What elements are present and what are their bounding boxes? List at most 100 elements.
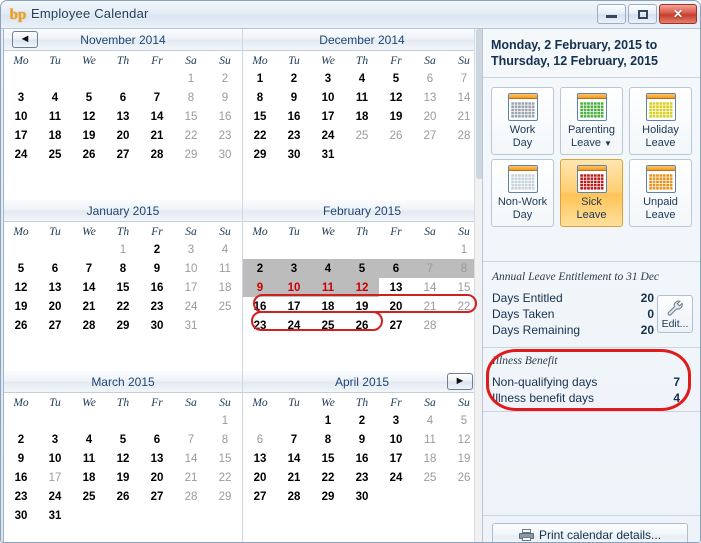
day-cell[interactable]: 30 bbox=[345, 487, 379, 506]
day-cell[interactable]: 19 bbox=[4, 297, 38, 316]
day-cell[interactable]: 24 bbox=[379, 468, 413, 487]
day-cell[interactable]: 15 bbox=[243, 107, 277, 126]
day-cell[interactable]: 7 bbox=[174, 430, 208, 449]
day-cell[interactable]: 23 bbox=[277, 126, 311, 145]
leave-button-unpaid-leave[interactable]: Unpaid Leave bbox=[629, 159, 692, 227]
day-cell[interactable]: 16 bbox=[345, 449, 379, 468]
day-cell[interactable]: 28 bbox=[174, 487, 208, 506]
day-cell[interactable]: 25 bbox=[413, 468, 447, 487]
day-cell[interactable]: 26 bbox=[106, 487, 140, 506]
day-cell[interactable]: 12 bbox=[72, 107, 106, 126]
day-cell[interactable]: 20 bbox=[243, 468, 277, 487]
day-cell[interactable]: 4 bbox=[311, 259, 345, 278]
day-cell[interactable]: 25 bbox=[345, 126, 379, 145]
day-cell[interactable]: 1 bbox=[208, 411, 242, 430]
day-cell[interactable]: 9 bbox=[208, 88, 242, 107]
day-cell[interactable]: 27 bbox=[38, 316, 72, 335]
day-cell[interactable]: 22 bbox=[311, 468, 345, 487]
day-cell[interactable]: 10 bbox=[311, 88, 345, 107]
day-cell[interactable]: 23 bbox=[4, 487, 38, 506]
day-cell[interactable]: 19 bbox=[72, 126, 106, 145]
day-cell[interactable]: 29 bbox=[106, 316, 140, 335]
day-cell[interactable]: 16 bbox=[208, 107, 242, 126]
day-cell[interactable]: 11 bbox=[413, 430, 447, 449]
day-cell[interactable]: 18 bbox=[413, 449, 447, 468]
next-month-button[interactable]: ► bbox=[447, 373, 473, 390]
day-cell[interactable]: 7 bbox=[277, 430, 311, 449]
day-cell[interactable]: 3 bbox=[277, 259, 311, 278]
day-cell[interactable]: 2 bbox=[208, 69, 242, 88]
day-cell[interactable]: 14 bbox=[72, 278, 106, 297]
day-cell[interactable]: 8 bbox=[243, 88, 277, 107]
day-cell[interactable]: 5 bbox=[72, 88, 106, 107]
day-cell[interactable]: 20 bbox=[106, 126, 140, 145]
day-cell[interactable]: 3 bbox=[311, 69, 345, 88]
day-cell[interactable]: 29 bbox=[174, 145, 208, 164]
day-cell[interactable]: 25 bbox=[72, 487, 106, 506]
day-cell[interactable]: 16 bbox=[277, 107, 311, 126]
day-cell[interactable]: 13 bbox=[140, 449, 174, 468]
day-cell[interactable]: 13 bbox=[243, 449, 277, 468]
day-cell[interactable]: 2 bbox=[4, 430, 38, 449]
day-cell[interactable]: 21 bbox=[413, 297, 447, 316]
leave-button-work-day[interactable]: Work Day bbox=[491, 87, 554, 155]
day-cell[interactable]: 14 bbox=[413, 278, 447, 297]
day-cell[interactable]: 6 bbox=[140, 430, 174, 449]
day-cell[interactable]: 7 bbox=[72, 259, 106, 278]
day-cell[interactable]: 17 bbox=[311, 107, 345, 126]
day-cell[interactable]: 15 bbox=[106, 278, 140, 297]
day-cell[interactable]: 11 bbox=[345, 88, 379, 107]
day-cell[interactable]: 27 bbox=[140, 487, 174, 506]
day-cell[interactable]: 10 bbox=[379, 430, 413, 449]
day-cell[interactable]: 19 bbox=[345, 297, 379, 316]
day-cell[interactable]: 27 bbox=[413, 126, 447, 145]
day-cell[interactable]: 31 bbox=[174, 316, 208, 335]
day-cell[interactable]: 31 bbox=[38, 506, 72, 525]
edit-entitlement-button[interactable]: Edit... bbox=[657, 295, 693, 333]
day-cell[interactable]: 5 bbox=[4, 259, 38, 278]
day-cell[interactable]: 14 bbox=[140, 107, 174, 126]
minimize-button[interactable] bbox=[597, 4, 626, 24]
day-cell[interactable]: 12 bbox=[379, 88, 413, 107]
day-cell[interactable]: 1 bbox=[174, 69, 208, 88]
day-cell[interactable]: 30 bbox=[140, 316, 174, 335]
day-cell[interactable]: 4 bbox=[345, 69, 379, 88]
day-cell[interactable]: 28 bbox=[72, 316, 106, 335]
day-cell[interactable]: 18 bbox=[311, 297, 345, 316]
leave-button-parenting-leave[interactable]: Parenting Leave ▼ bbox=[560, 87, 623, 155]
day-cell[interactable]: 6 bbox=[243, 430, 277, 449]
day-cell[interactable]: 2 bbox=[277, 69, 311, 88]
day-cell[interactable]: 14 bbox=[174, 449, 208, 468]
day-cell[interactable]: 21 bbox=[72, 297, 106, 316]
day-cell[interactable]: 25 bbox=[208, 297, 242, 316]
day-cell[interactable]: 9 bbox=[4, 449, 38, 468]
day-cell[interactable]: 16 bbox=[140, 278, 174, 297]
day-cell[interactable]: 28 bbox=[413, 316, 447, 335]
day-cell[interactable]: 21 bbox=[174, 468, 208, 487]
day-cell[interactable]: 24 bbox=[174, 297, 208, 316]
print-calendar-button[interactable]: Print calendar details... bbox=[492, 523, 688, 542]
day-cell[interactable]: 5 bbox=[345, 259, 379, 278]
day-cell[interactable]: 8 bbox=[208, 430, 242, 449]
day-cell[interactable]: 15 bbox=[174, 107, 208, 126]
day-cell[interactable]: 15 bbox=[208, 449, 242, 468]
day-cell[interactable]: 13 bbox=[379, 278, 413, 297]
day-cell[interactable]: 13 bbox=[106, 107, 140, 126]
day-cell[interactable]: 6 bbox=[38, 259, 72, 278]
day-cell[interactable]: 10 bbox=[174, 259, 208, 278]
leave-button-holiday-leave[interactable]: Holiday Leave bbox=[629, 87, 692, 155]
day-cell[interactable]: 18 bbox=[345, 107, 379, 126]
day-cell[interactable]: 2 bbox=[140, 240, 174, 259]
day-cell[interactable]: 20 bbox=[379, 297, 413, 316]
day-cell[interactable]: 5 bbox=[106, 430, 140, 449]
day-cell[interactable]: 21 bbox=[140, 126, 174, 145]
day-cell[interactable]: 7 bbox=[140, 88, 174, 107]
day-cell[interactable]: 11 bbox=[72, 449, 106, 468]
day-cell[interactable]: 20 bbox=[140, 468, 174, 487]
day-cell[interactable]: 10 bbox=[4, 107, 38, 126]
day-cell[interactable]: 9 bbox=[243, 278, 277, 297]
day-cell[interactable]: 3 bbox=[4, 88, 38, 107]
day-cell[interactable]: 19 bbox=[106, 468, 140, 487]
day-cell[interactable]: 24 bbox=[4, 145, 38, 164]
day-cell[interactable]: 22 bbox=[174, 126, 208, 145]
